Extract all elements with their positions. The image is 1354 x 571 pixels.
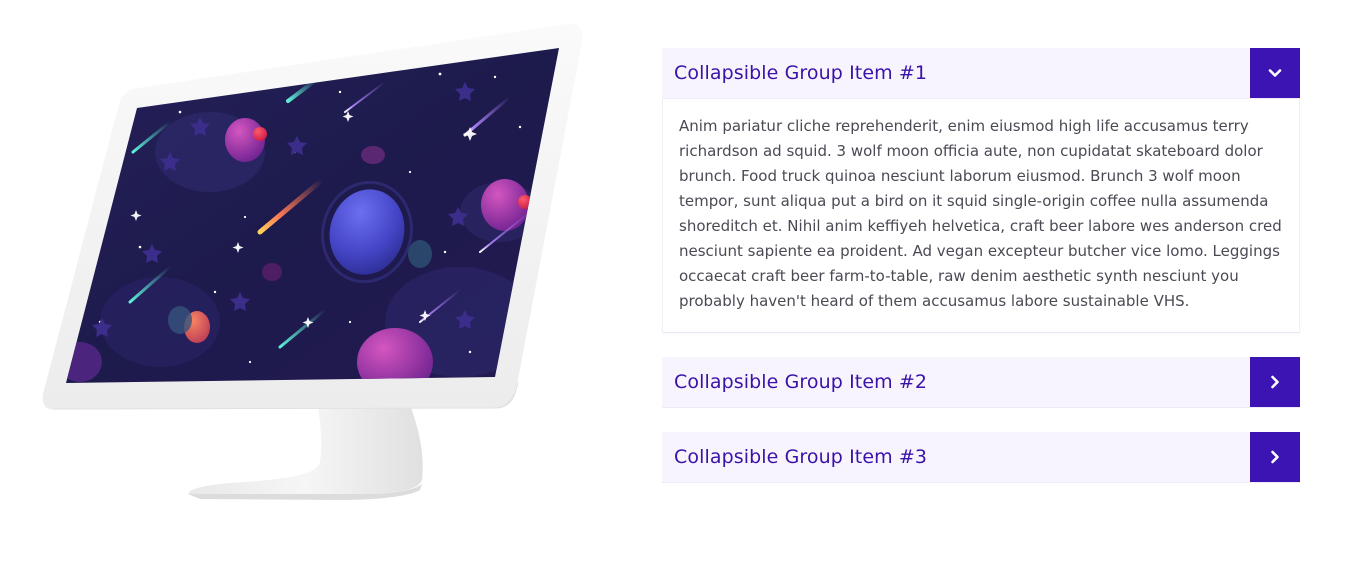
monitor-space-illustration xyxy=(42,23,583,500)
accordion: Collapsible Group Item #1 Anim pariatur … xyxy=(662,48,1300,507)
page: Collapsible Group Item #1 Anim pariatur … xyxy=(0,0,1354,571)
accordion-item-3: Collapsible Group Item #3 xyxy=(662,432,1300,483)
accordion-toggle-2[interactable] xyxy=(1250,357,1300,407)
accordion-header-3[interactable]: Collapsible Group Item #3 xyxy=(662,432,1300,483)
accordion-title-2: Collapsible Group Item #2 xyxy=(674,371,928,393)
accordion-header-1[interactable]: Collapsible Group Item #1 xyxy=(662,48,1300,99)
chevron-down-icon xyxy=(1268,69,1282,77)
chevron-right-icon xyxy=(1271,375,1279,389)
accordion-title-1: Collapsible Group Item #1 xyxy=(674,62,928,84)
chevron-right-icon xyxy=(1271,450,1279,464)
accordion-header-2[interactable]: Collapsible Group Item #2 xyxy=(662,357,1300,408)
accordion-body-1: Anim pariatur cliche reprehenderit, enim… xyxy=(662,99,1300,333)
accordion-toggle-3[interactable] xyxy=(1250,432,1300,482)
accordion-title-3: Collapsible Group Item #3 xyxy=(674,446,928,468)
accordion-item-1: Collapsible Group Item #1 Anim pariatur … xyxy=(662,48,1300,333)
accordion-toggle-1[interactable] xyxy=(1250,48,1300,98)
accordion-body-text-1: Anim pariatur cliche reprehenderit, enim… xyxy=(679,117,1282,310)
accordion-item-2: Collapsible Group Item #2 xyxy=(662,357,1300,408)
